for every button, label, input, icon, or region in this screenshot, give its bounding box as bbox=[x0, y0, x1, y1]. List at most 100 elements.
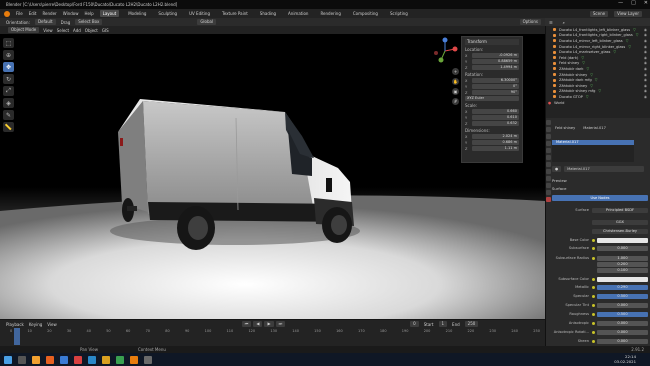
world-item[interactable]: ● World bbox=[545, 100, 650, 106]
blender-logo-icon[interactable] bbox=[4, 10, 10, 17]
select-box-dropdown[interactable]: Select Box bbox=[75, 19, 103, 25]
menu-render[interactable]: Render bbox=[42, 11, 56, 16]
anisotropic-field[interactable]: 0.000 bbox=[597, 320, 648, 326]
material-slot-item[interactable]: Material.017 bbox=[552, 140, 634, 145]
select-tool-icon[interactable]: ⬚ bbox=[3, 38, 14, 48]
tab-compositing[interactable]: Compositing bbox=[350, 10, 381, 17]
measure-tool-icon[interactable]: 📏 bbox=[3, 122, 14, 132]
subsurface-color-swatch[interactable] bbox=[597, 276, 648, 282]
timeline-ruler[interactable]: 0 10 20 30 40 50 60 70 80 90 100 110 120 130 140 150 160… bbox=[10, 329, 540, 336]
physics-tab-icon[interactable] bbox=[546, 176, 551, 181]
anisotropic-rotation-field[interactable]: 0.000 bbox=[597, 329, 648, 335]
play-reverse-icon[interactable]: ◀ bbox=[253, 321, 263, 327]
rotation-x-field[interactable]: 6.30000° bbox=[472, 78, 519, 83]
navigation-gizmo-icon[interactable] bbox=[430, 36, 460, 66]
preview-panel-header[interactable]: Preview bbox=[552, 178, 567, 183]
cursor-tool-icon[interactable]: ⊕ bbox=[3, 50, 14, 60]
tab-modeling[interactable]: Modeling bbox=[125, 10, 149, 17]
dimension-z-field[interactable]: 1.11 m bbox=[472, 146, 519, 151]
pan-hand-icon[interactable]: ✋ bbox=[452, 78, 459, 85]
edge-icon[interactable] bbox=[60, 355, 68, 364]
rotation-z-field[interactable]: 90° bbox=[472, 90, 519, 95]
start-frame-field[interactable]: 1 bbox=[438, 321, 448, 327]
scale-x-field[interactable]: 0.660 bbox=[472, 109, 519, 114]
world-tab-icon[interactable] bbox=[546, 155, 551, 160]
mode-selector[interactable]: Object Mode bbox=[8, 27, 40, 33]
playback-menu[interactable]: Playback bbox=[6, 322, 24, 327]
constraints-tab-icon[interactable] bbox=[546, 183, 551, 188]
move-tool-icon[interactable]: ✥ bbox=[3, 62, 14, 72]
surface-panel-header[interactable]: Surface bbox=[552, 186, 566, 191]
subsurface-radius-y[interactable]: 0.200 bbox=[597, 261, 648, 267]
view-layer-tab-icon[interactable] bbox=[546, 141, 551, 146]
material-browse-icon[interactable]: ● bbox=[552, 166, 562, 172]
mail-icon[interactable] bbox=[88, 355, 96, 364]
tab-animation[interactable]: Animation bbox=[285, 10, 311, 17]
tab-layout[interactable]: Layout bbox=[99, 10, 120, 17]
jump-start-icon[interactable]: ⏮ bbox=[241, 321, 252, 327]
system-clock[interactable]: 22:14 03.02.2021 bbox=[614, 354, 636, 364]
blender-taskbar-icon[interactable] bbox=[130, 355, 138, 364]
windows-start-icon[interactable] bbox=[4, 355, 12, 364]
render-tab-icon[interactable] bbox=[546, 127, 551, 132]
distribution-dropdown[interactable]: GGX bbox=[592, 219, 648, 225]
rotate-tool-icon[interactable]: ↻ bbox=[3, 74, 14, 84]
scale-y-field[interactable]: 0.610 bbox=[472, 115, 519, 120]
scale-tool-icon[interactable]: ⤢ bbox=[3, 86, 14, 96]
tab-texture-paint[interactable]: Texture Paint bbox=[219, 10, 251, 17]
firefox-icon[interactable] bbox=[46, 355, 54, 364]
scene-tab-icon[interactable] bbox=[546, 148, 551, 153]
material-name-field[interactable]: Material.017 bbox=[564, 166, 644, 172]
tab-rendering[interactable]: Rendering bbox=[317, 10, 343, 17]
menu-view[interactable]: View bbox=[43, 28, 53, 33]
menu-help[interactable]: Help bbox=[84, 11, 93, 16]
scene-selector[interactable]: Scene bbox=[589, 10, 609, 17]
base-color-swatch[interactable] bbox=[597, 237, 648, 243]
sheen-field[interactable]: 0.000 bbox=[597, 338, 648, 344]
location-x-field[interactable]: -0.0926 m bbox=[472, 53, 519, 58]
modifier-tab-icon[interactable] bbox=[546, 169, 551, 174]
app-icon[interactable] bbox=[144, 355, 152, 364]
play-icon[interactable]: ▶ bbox=[264, 321, 274, 327]
menu-file[interactable]: File bbox=[16, 11, 23, 16]
subsurface-field[interactable]: 0.000 bbox=[597, 245, 648, 251]
dimension-x-field[interactable]: 2.024 m bbox=[472, 134, 519, 139]
orientation-dropdown[interactable]: Default bbox=[34, 19, 56, 25]
tab-shading[interactable]: Shading bbox=[257, 10, 279, 17]
location-y-field[interactable]: 0.88659 m bbox=[472, 59, 519, 64]
object-tab-icon[interactable] bbox=[546, 162, 551, 167]
location-z-field[interactable]: 1.4994 m bbox=[472, 65, 519, 70]
list-item[interactable]: Ducato L4_frontlights_left_blinker_glass… bbox=[545, 27, 650, 33]
zoom-icon[interactable]: + bbox=[452, 68, 459, 75]
tool-tab-icon[interactable] bbox=[546, 120, 551, 125]
file-explorer-icon[interactable] bbox=[32, 355, 40, 364]
annotate-tool-icon[interactable]: ✎ bbox=[3, 110, 14, 120]
scale-z-field[interactable]: 0.632 bbox=[472, 121, 519, 126]
menu-add[interactable]: Add bbox=[73, 28, 81, 33]
subsurface-radius-z[interactable]: 0.100 bbox=[597, 267, 648, 273]
output-tab-icon[interactable] bbox=[546, 134, 551, 139]
current-frame-field[interactable]: 0 bbox=[410, 321, 419, 327]
material-tab-icon[interactable] bbox=[546, 197, 551, 202]
transform-orientation-dropdown[interactable]: Global bbox=[197, 19, 217, 25]
keying-menu[interactable]: Keying bbox=[29, 322, 42, 327]
task-view-icon[interactable] bbox=[18, 355, 26, 364]
outliner-editor-icon[interactable]: ☰ bbox=[549, 20, 553, 25]
rotation-mode-dropdown[interactable]: XYZ Euler bbox=[465, 96, 519, 101]
options-dropdown[interactable]: Options bbox=[519, 19, 541, 25]
material-slot-list[interactable]: Material.017 bbox=[552, 140, 634, 162]
transform-tool-icon[interactable]: ◈ bbox=[3, 98, 14, 108]
roughness-field[interactable]: 0.500 bbox=[597, 311, 648, 317]
data-tab-icon[interactable] bbox=[546, 190, 551, 195]
use-nodes-button[interactable]: Use Nodes bbox=[552, 195, 648, 201]
store-icon[interactable] bbox=[116, 355, 124, 364]
metallic-field[interactable]: 0.290 bbox=[597, 284, 648, 290]
camera-icon[interactable]: ▣ bbox=[452, 88, 459, 95]
specular-tint-field[interactable]: 0.000 bbox=[597, 302, 648, 308]
playhead[interactable] bbox=[14, 328, 20, 345]
grid-icon[interactable]: # bbox=[452, 98, 459, 105]
menu-select[interactable]: Select bbox=[57, 28, 69, 33]
menu-object[interactable]: Object bbox=[85, 28, 98, 33]
jump-end-icon[interactable]: ⏭ bbox=[275, 321, 286, 327]
specular-field[interactable]: 0.500 bbox=[597, 293, 648, 299]
